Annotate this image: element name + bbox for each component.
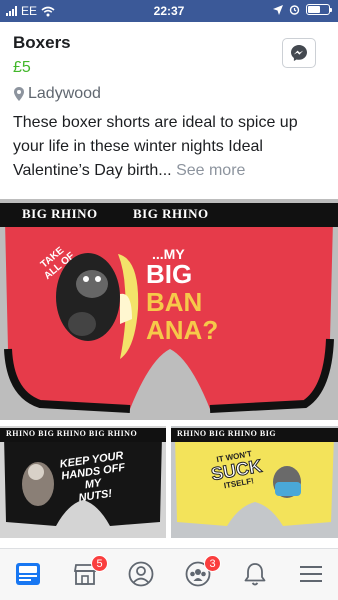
tab-groups[interactable]: 3 [183,555,221,589]
waistband-brand-2: BIG RHINO [133,206,209,222]
listing-location: Ladywood [14,85,101,103]
status-right [273,4,332,15]
marketplace-badge: 5 [91,555,108,572]
thumb-left-slogan: KEEP YOUR HANDS OFF MY NUTS! [59,450,129,506]
location-arrow-icon [273,4,283,15]
message-seller-button[interactable] [282,38,316,68]
battery-fill [308,6,320,13]
groups-badge: 3 [204,555,221,572]
thumb-left-waistband: RHINO BIG RHINO BIG RHINO [6,429,138,438]
tab-notifications[interactable] [240,559,270,589]
tab-profile[interactable] [126,559,156,589]
hamburger-menu-icon [300,566,322,582]
slogan-big: BIG [146,259,193,289]
slogan-ban: BAN [146,287,203,317]
thumb-right-waistband: RHINO BIG RHINO BIG [177,429,277,438]
listing-title: Boxers [13,33,71,52]
listing-description: These boxer shorts are ideal to spice up… [13,111,331,183]
waistband-brand-1: BIG RHINO [22,206,98,222]
bottom-tab-bar: 5 3 [0,548,338,600]
location-label: Ladywood [28,85,101,102]
profile-icon [128,561,154,587]
bell-icon [244,563,266,586]
messenger-icon [291,45,307,61]
main-photo[interactable]: BIG RHINO BIG RHINO TAKE ALL OF ...MY BI… [0,199,338,420]
alarm-icon [289,5,300,15]
slogan-ana: ANA? [146,315,219,345]
photo-thumbnail-yellow[interactable]: RHINO BIG RHINO BIG IT WON'T SUCK ITSELF… [171,426,338,538]
photo-thumbnail-black[interactable]: RHINO BIG RHINO BIG RHINO KEEP YOUR HAND… [0,426,166,538]
tab-news-feed[interactable] [13,559,43,589]
tab-menu[interactable] [296,559,326,589]
tab-marketplace[interactable]: 5 [70,555,108,589]
description-text: These boxer shorts are ideal to spice up… [13,114,298,179]
status-bar: EE 22:37 [0,0,338,22]
see-more-link[interactable]: See more [176,162,245,179]
location-pin-icon [14,87,24,101]
listing-price: £5 [13,59,31,76]
battery-icon [306,4,332,15]
news-feed-icon [16,563,40,585]
